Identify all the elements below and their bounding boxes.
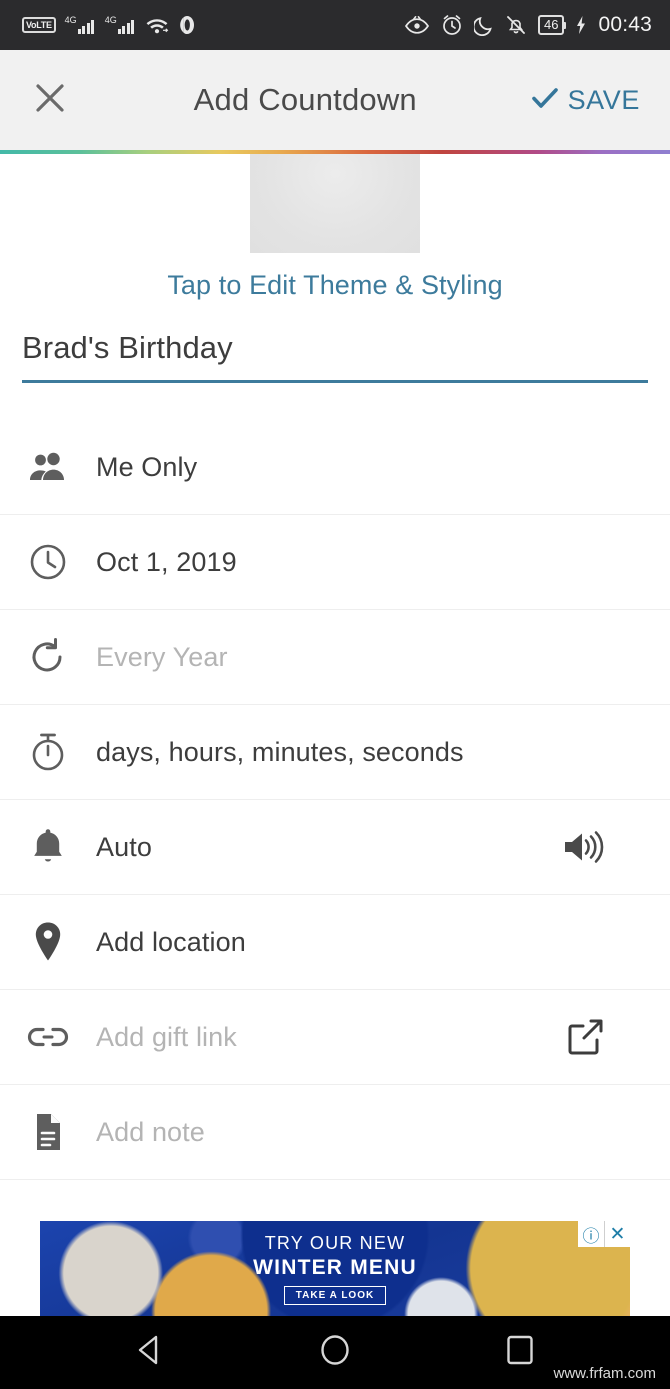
status-bar-left: VoLTE 4G 4G bbox=[22, 15, 205, 35]
sim2-network-label: 4G bbox=[104, 15, 117, 25]
checkmark-icon bbox=[531, 84, 559, 117]
people-icon bbox=[0, 450, 96, 484]
status-bar-clock: 00:43 bbox=[598, 13, 652, 36]
theme-editor-section[interactable]: Tap to Edit Theme & Styling bbox=[0, 154, 670, 304]
do-not-disturb-moon-icon bbox=[473, 14, 494, 36]
row-repeat-label: Every Year bbox=[96, 641, 228, 672]
row-visibility[interactable]: Me Only bbox=[0, 420, 670, 515]
android-nav-bar: www.frfam.com bbox=[0, 1316, 670, 1389]
ad-close-icon[interactable]: ✕ bbox=[604, 1221, 630, 1247]
ad-copy: TRY OUR NEW WINTER MENU TAKE A LOOK bbox=[40, 1221, 630, 1316]
signal-sim1-icon: 4G bbox=[65, 16, 96, 34]
row-display-units[interactable]: days, hours, minutes, seconds bbox=[0, 705, 670, 800]
page-title: Add Countdown bbox=[193, 82, 417, 117]
external-link-icon[interactable] bbox=[564, 1016, 606, 1058]
ad-banner[interactable]: TRY OUR NEW WINTER MENU TAKE A LOOK ⓘ ✕ bbox=[40, 1221, 630, 1316]
site-watermark: www.frfam.com bbox=[553, 1365, 656, 1382]
clock-icon bbox=[0, 542, 96, 582]
countdown-title-input[interactable]: Brad's Birthday bbox=[22, 330, 648, 380]
ad-cta-button[interactable]: TAKE A LOOK bbox=[283, 1285, 387, 1305]
status-bar: VoLTE 4G 4G 46 00:43 bbox=[0, 0, 670, 50]
recents-square-icon[interactable] bbox=[500, 1330, 540, 1375]
save-button-label: SAVE bbox=[567, 84, 640, 115]
countdown-options-list: Me Only Oct 1, 2019 Every Year days, hou… bbox=[0, 420, 670, 1180]
repeat-icon bbox=[0, 637, 96, 677]
row-location[interactable]: Add location bbox=[0, 895, 670, 990]
row-repeat[interactable]: Every Year bbox=[0, 610, 670, 705]
row-gift-link-label: Add gift link bbox=[96, 1021, 237, 1052]
signal-sim2-icon: 4G bbox=[105, 16, 136, 34]
row-reminder-label: Auto bbox=[96, 831, 152, 862]
ad-controls: ⓘ ✕ bbox=[578, 1221, 630, 1247]
battery-indicator: 46 bbox=[537, 15, 567, 35]
save-button[interactable]: SAVE bbox=[531, 84, 670, 117]
note-icon bbox=[0, 1111, 96, 1153]
row-visibility-label: Me Only bbox=[96, 451, 198, 482]
ad-headline-line2: WINTER MENU bbox=[253, 1255, 417, 1279]
row-note-label: Add note bbox=[96, 1116, 205, 1147]
close-icon bbox=[31, 79, 69, 122]
link-icon bbox=[0, 1023, 96, 1051]
row-note[interactable]: Add note bbox=[0, 1085, 670, 1180]
wifi-icon bbox=[145, 15, 169, 35]
back-triangle-icon[interactable] bbox=[130, 1330, 170, 1375]
sim1-network-label: 4G bbox=[64, 15, 77, 25]
bell-icon bbox=[0, 826, 96, 868]
countdown-title-field[interactable]: Brad's Birthday bbox=[22, 330, 648, 383]
theme-caption[interactable]: Tap to Edit Theme & Styling bbox=[167, 270, 502, 301]
alarm-icon bbox=[441, 14, 463, 36]
opera-icon bbox=[178, 15, 196, 35]
row-location-label: Add location bbox=[96, 926, 246, 957]
app-bar: Add Countdown SAVE bbox=[0, 50, 670, 150]
info-icon[interactable]: ⓘ bbox=[578, 1221, 604, 1247]
volte-badge: VoLTE bbox=[22, 17, 56, 33]
row-display-units-label: days, hours, minutes, seconds bbox=[96, 736, 464, 767]
row-date-label: Oct 1, 2019 bbox=[96, 546, 237, 577]
stopwatch-icon bbox=[0, 731, 96, 773]
row-gift-link[interactable]: Add gift link bbox=[0, 990, 670, 1085]
screen-root: VoLTE 4G 4G 46 00:43 Add Countdown SAVE … bbox=[0, 0, 670, 1389]
eye-care-icon bbox=[404, 15, 430, 35]
location-pin-icon bbox=[0, 920, 96, 964]
ad-headline-line1: TRY OUR NEW bbox=[264, 1232, 406, 1253]
charging-bolt-icon bbox=[575, 15, 587, 35]
title-field-underline bbox=[22, 380, 648, 383]
row-date[interactable]: Oct 1, 2019 bbox=[0, 515, 670, 610]
volume-icon[interactable] bbox=[560, 828, 606, 866]
row-reminder[interactable]: Auto bbox=[0, 800, 670, 895]
home-circle-icon[interactable] bbox=[315, 1330, 355, 1375]
theme-thumbnail[interactable] bbox=[250, 154, 420, 253]
ringer-muted-icon bbox=[505, 14, 527, 36]
status-bar-right: 46 00:43 bbox=[393, 13, 652, 37]
